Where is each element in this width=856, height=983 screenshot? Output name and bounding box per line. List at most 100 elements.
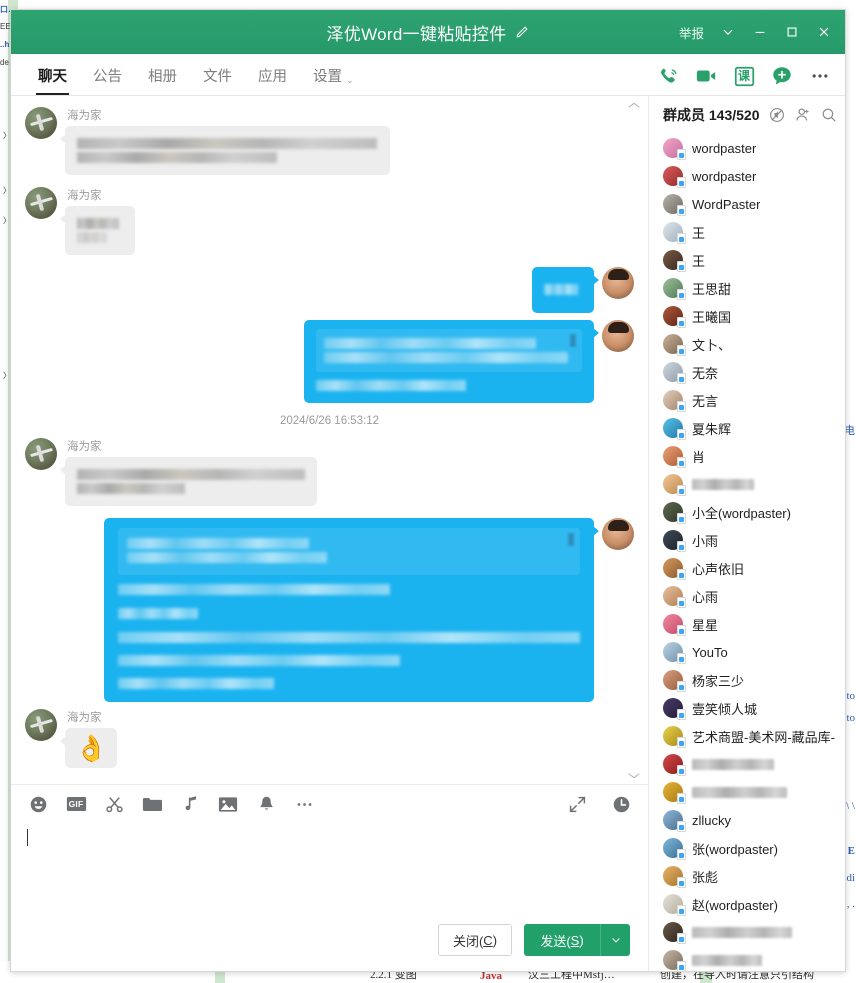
tab-chat[interactable]: 聊天 bbox=[25, 53, 80, 95]
member-list-item[interactable] bbox=[663, 946, 845, 971]
search-icon[interactable] bbox=[821, 107, 838, 124]
member-avatar[interactable] bbox=[663, 950, 686, 971]
member-avatar[interactable] bbox=[663, 138, 686, 160]
member-list-item[interactable]: zllucky bbox=[663, 806, 845, 834]
member-list-item[interactable]: 壹笑倾人城 bbox=[663, 694, 845, 722]
member-list-item[interactable] bbox=[663, 918, 845, 946]
message-list[interactable]: 海为家 海为家 2024/6/26 16:53:12 海为家 海为家 👌 bbox=[11, 96, 648, 784]
member-avatar[interactable] bbox=[663, 558, 686, 580]
member-list-item[interactable] bbox=[663, 750, 845, 778]
member-avatar[interactable] bbox=[663, 670, 686, 692]
avatar[interactable] bbox=[25, 438, 57, 470]
window-titlebar[interactable]: 泽优Word一键粘贴控件 举报 bbox=[11, 10, 845, 54]
mute-icon[interactable] bbox=[769, 107, 786, 124]
expand-icon[interactable] bbox=[566, 793, 588, 815]
member-list-item[interactable]: 王 bbox=[663, 246, 845, 274]
folder-icon[interactable] bbox=[141, 793, 163, 815]
member-list-item[interactable] bbox=[663, 470, 845, 498]
member-avatar[interactable] bbox=[663, 278, 686, 300]
member-list-item[interactable]: YouTo bbox=[663, 638, 845, 666]
member-list-item[interactable]: 张彪 bbox=[663, 862, 845, 890]
member-avatar[interactable] bbox=[663, 838, 686, 860]
member-list[interactable]: wordpaster wordpaster WordPaster 王王王思甜 王曦国 文卜… bbox=[649, 134, 845, 971]
message-bubble[interactable] bbox=[60, 126, 390, 175]
screenshot-scissors-icon[interactable] bbox=[103, 793, 125, 815]
message-bubble[interactable] bbox=[60, 457, 317, 506]
member-avatar[interactable] bbox=[663, 446, 686, 468]
member-avatar[interactable] bbox=[663, 474, 686, 496]
avatar[interactable] bbox=[602, 267, 634, 299]
member-list-item[interactable]: 文卜、 bbox=[663, 330, 845, 358]
send-options-chevron-down-icon[interactable] bbox=[600, 924, 630, 956]
avatar[interactable] bbox=[602, 518, 634, 550]
member-list-item[interactable]: 杨家三少 bbox=[663, 666, 845, 694]
member-list-item[interactable]: wordpaster bbox=[663, 162, 845, 190]
member-avatar[interactable] bbox=[663, 530, 686, 552]
member-avatar[interactable] bbox=[663, 754, 686, 776]
message-bubble-emoji[interactable]: 👌 bbox=[59, 728, 118, 768]
copy-code-icon[interactable] bbox=[568, 533, 574, 546]
avatar[interactable] bbox=[602, 320, 634, 352]
close-button[interactable] bbox=[809, 17, 839, 47]
member-avatar[interactable] bbox=[663, 250, 686, 272]
member-avatar[interactable] bbox=[663, 334, 686, 356]
message-bubble[interactable] bbox=[532, 267, 599, 313]
member-avatar[interactable] bbox=[663, 866, 686, 888]
edit-title-pencil-icon[interactable] bbox=[515, 25, 529, 39]
member-list-item[interactable]: 肖 bbox=[663, 442, 845, 470]
emoji-icon[interactable] bbox=[27, 793, 49, 815]
member-avatar[interactable] bbox=[663, 194, 686, 216]
add-bubble-icon[interactable] bbox=[769, 63, 795, 89]
member-list-item[interactable]: 王 bbox=[663, 218, 845, 246]
chat-history-icon[interactable] bbox=[610, 793, 632, 815]
member-avatar[interactable] bbox=[663, 782, 686, 804]
maximize-button[interactable] bbox=[777, 17, 807, 47]
member-avatar[interactable] bbox=[663, 502, 686, 524]
avatar[interactable] bbox=[25, 107, 57, 139]
member-avatar[interactable] bbox=[663, 222, 686, 244]
member-avatar[interactable] bbox=[663, 726, 686, 748]
member-list-item[interactable]: 小全(wordpaster) bbox=[663, 498, 845, 526]
member-list-item[interactable]: 张(wordpaster) bbox=[663, 834, 845, 862]
bell-shake-icon[interactable] bbox=[255, 793, 277, 815]
member-avatar[interactable] bbox=[663, 810, 686, 832]
member-list-item[interactable]: 心雨 bbox=[663, 582, 845, 610]
member-avatar[interactable] bbox=[663, 418, 686, 440]
member-list-item[interactable]: 无言 bbox=[663, 386, 845, 414]
more-actions-icon[interactable] bbox=[807, 63, 833, 89]
member-list-item[interactable]: WordPaster bbox=[663, 190, 845, 218]
send-button[interactable]: 发送(S) bbox=[524, 924, 600, 956]
message-bubble[interactable] bbox=[104, 518, 599, 702]
tab-settings-chevron-down-icon[interactable]: ⌄ bbox=[346, 75, 354, 86]
member-avatar[interactable] bbox=[663, 586, 686, 608]
member-list-item[interactable]: 夏朱辉 bbox=[663, 414, 845, 442]
member-avatar[interactable] bbox=[663, 922, 686, 944]
member-avatar[interactable] bbox=[663, 698, 686, 720]
scroll-down-icon[interactable] bbox=[626, 768, 642, 782]
tab-announcement[interactable]: 公告 bbox=[80, 53, 135, 95]
voice-call-icon[interactable] bbox=[655, 63, 681, 89]
member-avatar[interactable] bbox=[663, 306, 686, 328]
member-avatar[interactable] bbox=[663, 642, 686, 664]
member-list-item[interactable]: 小雨 bbox=[663, 526, 845, 554]
message-input[interactable] bbox=[11, 823, 648, 915]
member-list-item[interactable]: 无奈 bbox=[663, 358, 845, 386]
add-member-icon[interactable] bbox=[795, 107, 812, 124]
report-button[interactable]: 举报 bbox=[672, 19, 711, 46]
member-list-item[interactable] bbox=[663, 778, 845, 806]
video-call-icon[interactable] bbox=[693, 63, 719, 89]
audio-message-icon[interactable] bbox=[179, 793, 201, 815]
tab-settings[interactable]: 设置 ⌄ bbox=[300, 53, 367, 95]
member-list-item[interactable]: 赵(wordpaster) bbox=[663, 890, 845, 918]
close-chat-button[interactable]: 关闭(C) bbox=[438, 924, 512, 956]
scroll-up-icon[interactable] bbox=[626, 98, 642, 112]
member-avatar[interactable] bbox=[663, 362, 686, 384]
member-list-item[interactable]: 心声依旧 bbox=[663, 554, 845, 582]
member-avatar[interactable] bbox=[663, 614, 686, 636]
member-list-item[interactable]: 王曦国 bbox=[663, 302, 845, 330]
member-list-item[interactable]: 艺术商盟-美术网-藏品库- bbox=[663, 722, 845, 750]
class-icon[interactable]: 课 bbox=[731, 63, 757, 89]
member-list-item[interactable]: 王思甜 bbox=[663, 274, 845, 302]
more-tools-icon[interactable] bbox=[293, 793, 315, 815]
minimize-button[interactable] bbox=[745, 17, 775, 47]
